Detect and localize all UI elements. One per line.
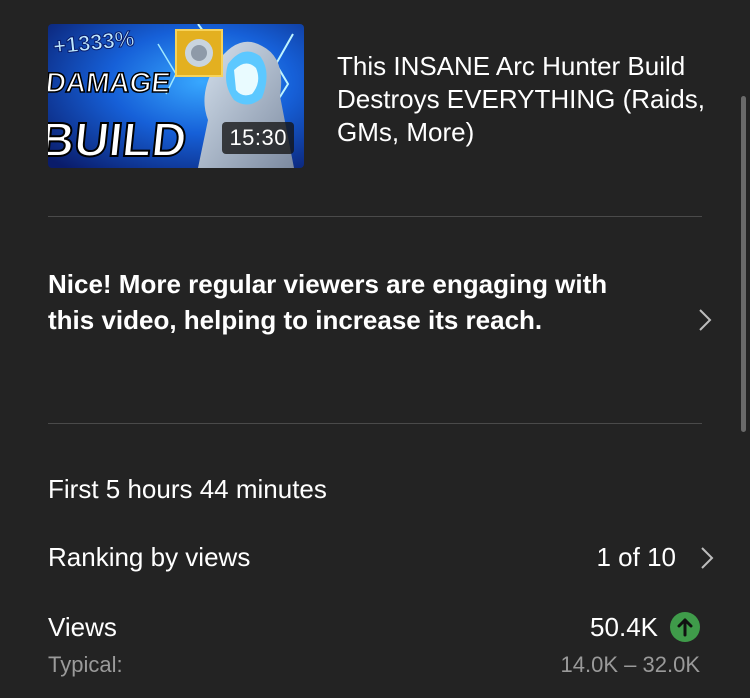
chevron-right-icon[interactable]	[698, 308, 712, 332]
thumbnail-text-build: BUILD	[48, 113, 189, 167]
insight-row[interactable]: Nice! More regular viewers are engaging …	[48, 266, 712, 374]
video-thumbnail[interactable]: +1333% DAMAGE BUILD 15:30	[48, 24, 304, 168]
views-label: Views	[48, 612, 117, 642]
typical-label: Typical:	[48, 652, 123, 677]
up-arrow-icon	[670, 612, 700, 642]
duration-badge: 15:30	[222, 122, 294, 154]
ranking-row[interactable]: Ranking by views 1 of 10	[48, 540, 714, 580]
insight-message: Nice! More regular viewers are engaging …	[48, 269, 608, 335]
ranking-label: Ranking by views	[48, 542, 251, 572]
video-title[interactable]: This INSANE Arc Hunter Build Destroys EV…	[337, 50, 727, 149]
typical-range: 14.0K – 32.0K	[560, 652, 700, 677]
time-period-label: First 5 hours 44 minutes	[48, 474, 327, 504]
scrollbar[interactable]	[741, 96, 746, 432]
chevron-right-icon[interactable]	[700, 546, 714, 570]
divider	[48, 216, 702, 217]
views-value: 50.4K	[590, 612, 658, 642]
ranking-value: 1 of 10	[596, 542, 676, 572]
thumbnail-text-damage: DAMAGE	[48, 67, 172, 98]
video-card[interactable]: +1333% DAMAGE BUILD 15:30 This INSANE Ar…	[48, 24, 718, 168]
divider	[48, 423, 702, 424]
